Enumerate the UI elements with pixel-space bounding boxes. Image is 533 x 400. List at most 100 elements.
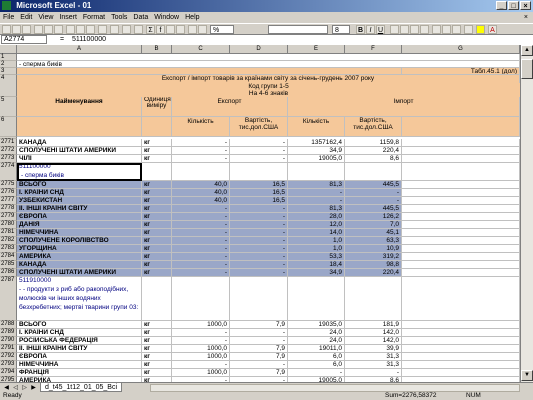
row-import-value[interactable]: 31,3 xyxy=(345,361,402,369)
column-header-a[interactable]: A xyxy=(17,45,142,53)
row-export-qty[interactable]: - xyxy=(172,221,230,229)
row-export-value[interactable]: 7,9 xyxy=(230,353,288,361)
row-header[interactable]: 2792 xyxy=(0,353,17,361)
fill-color-icon[interactable] xyxy=(476,25,485,34)
row-header[interactable]: 2781 xyxy=(0,229,17,237)
cell-g[interactable] xyxy=(402,139,520,147)
row-import-value[interactable]: 445,5 xyxy=(345,205,402,213)
row-unit[interactable]: кг xyxy=(142,181,172,189)
row-import-value[interactable]: - xyxy=(345,369,402,377)
cut-icon[interactable] xyxy=(66,25,75,34)
row-header[interactable]: 2783 xyxy=(0,245,17,253)
cell-g[interactable] xyxy=(402,147,520,155)
drawing-icon[interactable] xyxy=(198,25,207,34)
align-right-icon[interactable] xyxy=(410,25,419,34)
zoom-box[interactable]: % xyxy=(210,25,234,34)
menu-item-tools[interactable]: Tools xyxy=(108,14,130,21)
row-export-value[interactable]: 16,5 xyxy=(230,189,288,197)
scroll-up-icon[interactable]: ▲ xyxy=(521,45,533,56)
align-center-icon[interactable] xyxy=(400,25,409,34)
row-export-qty[interactable] xyxy=(172,277,230,321)
row-unit[interactable] xyxy=(142,163,172,181)
row-export-qty[interactable]: - xyxy=(172,329,230,337)
cell-g[interactable] xyxy=(402,155,520,163)
row-import-qty[interactable]: 18,4 xyxy=(288,261,345,269)
row-import-value[interactable] xyxy=(345,277,402,321)
row-header[interactable]: 4 xyxy=(0,75,17,97)
row-import-value[interactable]: 319,2 xyxy=(345,253,402,261)
row-header[interactable]: 2779 xyxy=(0,213,17,221)
row-export-value[interactable]: 7,9 xyxy=(230,369,288,377)
row-export-qty[interactable]: - xyxy=(172,253,230,261)
row-name[interactable]: УЗБЕКИСТАН xyxy=(17,197,142,205)
row-import-qty[interactable]: 19005,0 xyxy=(288,155,345,163)
scroll-down-icon[interactable]: ▼ xyxy=(521,370,533,381)
row-header[interactable]: 2776 xyxy=(0,189,17,197)
column-header-f[interactable]: F xyxy=(345,45,402,53)
row-import-value[interactable]: - xyxy=(345,197,402,205)
row-export-qty[interactable]: - xyxy=(172,155,230,163)
cell-a3[interactable] xyxy=(17,68,402,75)
row-unit[interactable]: кг xyxy=(142,361,172,369)
row-export-value[interactable]: 16,5 xyxy=(230,197,288,205)
cell-g[interactable] xyxy=(402,163,520,181)
row-unit[interactable]: кг xyxy=(142,139,172,147)
row-import-qty[interactable]: 12,0 xyxy=(288,221,345,229)
row-unit[interactable]: кг xyxy=(142,353,172,361)
row-name[interactable]: І. КРАЇНИ СНД xyxy=(17,189,142,197)
row-header[interactable]: 2793 xyxy=(0,361,17,369)
row-name[interactable]: СПОЛУЧЕНІ ШТАТИ АМЕРИКИ xyxy=(17,269,142,277)
cell-g[interactable] xyxy=(402,369,520,377)
menu-item-help[interactable]: Help xyxy=(182,14,202,21)
row-header[interactable]: 2780 xyxy=(0,221,17,229)
cell-g[interactable] xyxy=(402,253,520,261)
row-import-qty[interactable]: 24,0 xyxy=(288,337,345,345)
row-import-qty[interactable]: - xyxy=(288,369,345,377)
header-export-value[interactable]: Вартість, тис.дол.США xyxy=(230,117,288,137)
row-import-value[interactable]: 142,0 xyxy=(345,329,402,337)
row-import-value[interactable] xyxy=(345,163,402,181)
row-import-qty[interactable] xyxy=(288,163,345,181)
row-import-qty[interactable]: 28,0 xyxy=(288,213,345,221)
row-export-value[interactable]: - xyxy=(230,337,288,345)
table-number[interactable]: Табл.45.1 (дол) xyxy=(402,68,520,75)
row-header[interactable]: 2785 xyxy=(0,261,17,269)
row-import-qty[interactable]: 6,0 xyxy=(288,353,345,361)
header-import[interactable]: Імпорт xyxy=(288,97,520,117)
sort-desc-icon[interactable] xyxy=(176,25,185,34)
cell-g[interactable] xyxy=(402,221,520,229)
row-import-value[interactable]: 126,2 xyxy=(345,213,402,221)
column-header-c[interactable]: C xyxy=(172,45,230,53)
format-painter-icon[interactable] xyxy=(98,25,107,34)
row-header[interactable]: 3 xyxy=(0,68,17,75)
last-sheet-icon[interactable]: ▶ xyxy=(29,384,38,392)
sort-asc-icon[interactable] xyxy=(166,25,175,34)
row-name[interactable]: ЄВРОПА xyxy=(17,353,142,361)
row-unit[interactable]: кг xyxy=(142,253,172,261)
row-import-qty[interactable]: - xyxy=(288,189,345,197)
row-import-qty[interactable]: - xyxy=(288,197,345,205)
row-import-qty[interactable]: 24,0 xyxy=(288,329,345,337)
font-size-box[interactable]: 8 xyxy=(332,25,350,34)
header-import-value[interactable]: Вартість, тис.дол.США xyxy=(345,117,402,137)
row-unit[interactable]: кг xyxy=(142,369,172,377)
row-name[interactable]: ІІ. ІНШІ КРАЇНИ СВІТУ xyxy=(17,345,142,353)
row-unit[interactable]: кг xyxy=(142,345,172,353)
row-import-qty[interactable]: 1357162,4 xyxy=(288,139,345,147)
row-header[interactable]: 2777 xyxy=(0,197,17,205)
menu-item-insert[interactable]: Insert xyxy=(56,14,80,21)
paste-icon[interactable] xyxy=(86,25,95,34)
row-export-qty[interactable]: 1000,0 xyxy=(172,345,230,353)
row-header[interactable]: 2774 xyxy=(0,163,17,181)
hyperlink-icon[interactable] xyxy=(134,25,143,34)
close-button[interactable]: × xyxy=(520,1,531,10)
row-name[interactable]: ЧІЛІ xyxy=(17,155,142,163)
row-header[interactable]: 2778 xyxy=(0,205,17,213)
undo-icon[interactable] xyxy=(110,25,119,34)
header-unit[interactable]: Одиниця виміру xyxy=(142,97,172,117)
row-name[interactable]: АМЕРИКА xyxy=(17,253,142,261)
next-sheet-icon[interactable]: ▷ xyxy=(20,384,29,392)
row-unit[interactable]: кг xyxy=(142,155,172,163)
cell-g[interactable] xyxy=(402,337,520,345)
row-unit[interactable]: кг xyxy=(142,245,172,253)
